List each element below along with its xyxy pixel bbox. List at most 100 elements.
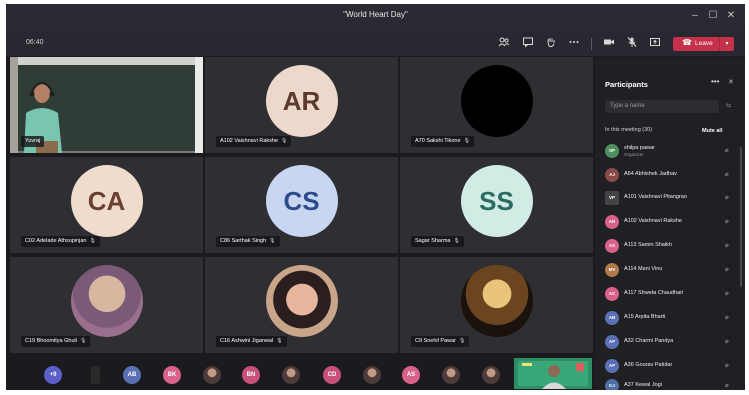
participant-name: C86 Sarthak Singh (220, 238, 267, 244)
participant-name: A101 Vaishnavi Pitangrao (624, 194, 687, 200)
avatar: AC (605, 287, 619, 301)
camera-icon[interactable] (602, 36, 616, 50)
participant-row[interactable]: AJ A64 Abhishek Jadhav ⌀ (605, 166, 733, 184)
video-tile[interactable]: A70 Sakshi Tikone 🎙 (400, 57, 593, 153)
participants-icon[interactable] (497, 36, 511, 50)
video-tile[interactable]: C9 Snehil Pawar 🎙 (400, 257, 593, 353)
participant-row[interactable]: KJ A37 Kewal Jogi ⌀ (605, 377, 733, 390)
avatar: SP (605, 144, 619, 158)
participant-name: A32 Charmi Pandya (624, 338, 674, 344)
more-options-icon[interactable]: ••• (711, 77, 719, 86)
participant-name-chip: Yuvraj (21, 136, 45, 147)
avatar: CA (70, 165, 143, 237)
close-icon[interactable]: ✕ (728, 78, 734, 86)
mic-off-icon: 🎙 (458, 338, 466, 344)
participant-photo[interactable] (442, 366, 460, 384)
video-tile[interactable]: CS C86 Sarthak Singh 🎙 (205, 157, 398, 253)
teams-window: "World Heart Day" – ☐ ✕ 06:40 ☎ Leave ▾ … (6, 4, 745, 390)
participant-chip[interactable]: BK (163, 366, 181, 384)
self-view-video[interactable] (514, 358, 592, 389)
participant-photo[interactable] (203, 366, 221, 384)
participant-row[interactable]: AR A102 Vaishnavi Rakshe ⌀ (605, 213, 733, 231)
video-tile[interactable]: C16 Ashwini Jiganwal 🎙 (205, 257, 398, 353)
avatar: AR (605, 215, 619, 229)
mic-off-icon: 🎙 (269, 238, 276, 244)
mic-off-icon: ⌀ (725, 363, 729, 369)
participant-name: A117 Shweta Chaudhari (624, 290, 684, 296)
raise-hand-icon[interactable] (544, 36, 558, 50)
participant-name: Sagar Sharma (415, 238, 451, 244)
profile-photo (265, 265, 338, 337)
participant-chip[interactable]: CD (323, 366, 341, 384)
mic-off-icon: 🎙 (79, 338, 87, 344)
meeting-timer: 06:40 (26, 39, 44, 46)
participant-name: Yuvraj (25, 138, 41, 144)
meeting-title: "World Heart Day" (343, 10, 408, 19)
video-grid: Yuvraj AR A102 Vaishnavi Rakshe 🎙 A70 Sa… (10, 57, 593, 353)
mic-off-icon: ⌀ (725, 267, 729, 273)
mic-off-icon: ⌀ (725, 148, 729, 154)
participant-row[interactable]: AB A15 Arpita Bharti ⌀ (605, 309, 733, 327)
participant-chip[interactable]: BN (242, 366, 260, 384)
participant-name-chip: C19 Bhoomitya Ghuli 🎙 (21, 336, 91, 347)
participant-chip[interactable]: AB (123, 366, 141, 384)
participant-row[interactable]: VP A101 Vaishnavi Pitangrao ⌀ (605, 189, 733, 207)
participant-name-chip: A102 Vaishnavi Rakshe 🎙 (216, 136, 292, 147)
participant-row[interactable]: MV A114 Mani Vinu ⌀ (605, 261, 733, 279)
scrollbar[interactable] (740, 147, 742, 287)
profile-photo (460, 265, 533, 337)
participant-name: A70 Sakshi Tikone (415, 138, 461, 144)
mute-all-button[interactable]: Mute all (702, 128, 722, 134)
mic-off-icon[interactable] (625, 36, 639, 50)
participant-name-chip: C16 Ashwini Jiganwal 🎙 (216, 336, 287, 347)
avatar: AP (605, 359, 619, 373)
share-invite-icon[interactable]: ⇆ (726, 102, 731, 109)
participant-row[interactable]: AS A113 Samin Shaikh ⌀ (605, 237, 733, 255)
video-tile[interactable]: AR A102 Vaishnavi Rakshe 🎙 (205, 57, 398, 153)
mic-off-icon: 🎙 (276, 338, 283, 344)
participant-photo[interactable] (363, 366, 381, 384)
chat-icon[interactable] (521, 36, 535, 50)
video-tile[interactable]: SS Sagar Sharma 🎙 (400, 157, 593, 253)
participant-name: A37 Kewal Jogi (624, 382, 662, 388)
avatar: MV (605, 263, 619, 277)
phone-icon: ☎ (682, 38, 692, 47)
participant-photo[interactable] (282, 366, 300, 384)
section-header: In this meeting (30) (605, 127, 653, 133)
participant-row[interactable]: AP A32 Charmi Pandya ⌀ (605, 333, 733, 351)
search-input[interactable]: Type a name (605, 100, 719, 113)
mic-off-icon: 🎙 (89, 238, 96, 244)
minimize-icon[interactable]: – (687, 8, 703, 24)
participant-row[interactable]: AP A36 Gourav Patidar ⌀ (605, 357, 733, 375)
avatar: VP (605, 191, 619, 205)
leave-button[interactable]: ☎ Leave ▾ (673, 37, 734, 51)
title-bar: "World Heart Day" – ☐ ✕ (6, 4, 745, 30)
participant-row[interactable]: SP shilpa pawar Organizer ⌀ (605, 142, 733, 160)
participant-name: A102 Vaishnavi Rakshe (624, 218, 682, 224)
participant-name-chip: C86 Sarthak Singh 🎙 (216, 236, 280, 247)
participant-name: C19 Bhoomitya Ghuli (25, 338, 77, 344)
video-tile[interactable]: CA C02 Adelade Athsupinjan 🎙 (10, 157, 203, 253)
video-tile[interactable]: Yuvraj (10, 57, 203, 153)
meeting-toolbar: 06:40 ☎ Leave ▾ (6, 30, 745, 56)
avatar: KJ (605, 379, 619, 390)
overflow-participants-button[interactable]: +9 (44, 366, 62, 384)
participant-name-chip: Sagar Sharma 🎙 (411, 236, 464, 247)
participant-row[interactable]: AC A117 Shweta Chaudhari ⌀ (605, 285, 733, 303)
mic-off-icon: ⌀ (725, 243, 729, 249)
participant-name-chip: C02 Adelade Athsupinjan 🎙 (21, 236, 100, 247)
close-icon[interactable]: ✕ (723, 8, 739, 24)
participant-thumb[interactable] (91, 366, 100, 384)
participant-name: A36 Gourav Patidar (624, 362, 673, 368)
chevron-down-icon[interactable]: ▾ (719, 37, 734, 51)
more-options-icon[interactable] (567, 36, 581, 50)
participant-photo[interactable] (482, 366, 500, 384)
profile-photo (70, 265, 143, 337)
mic-off-icon: ⌀ (725, 383, 729, 389)
participant-chip[interactable]: AS (402, 366, 420, 384)
share-screen-icon[interactable] (648, 36, 662, 50)
participant-name: A114 Mani Vinu (624, 266, 663, 272)
maximize-icon[interactable]: ☐ (705, 8, 721, 24)
video-tile[interactable]: C19 Bhoomitya Ghuli 🎙 (10, 257, 203, 353)
mic-off-icon: 🎙 (281, 138, 288, 144)
